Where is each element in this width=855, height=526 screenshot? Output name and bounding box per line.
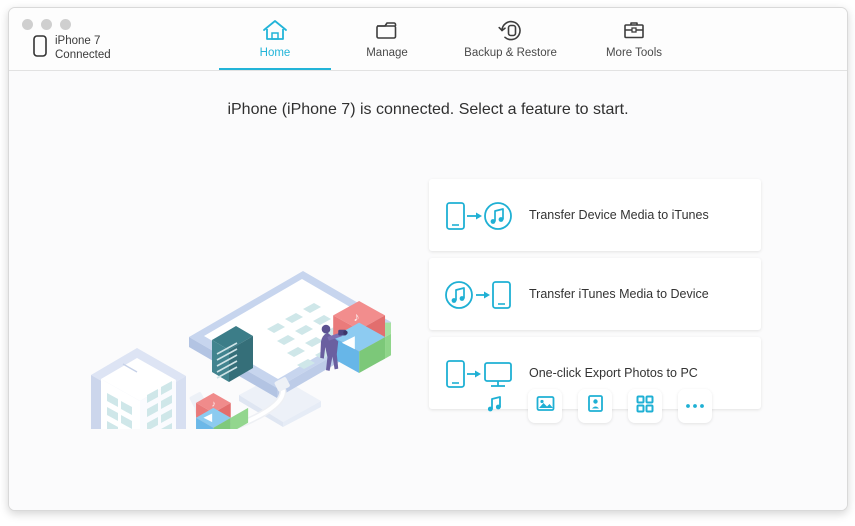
more-icon bbox=[685, 397, 705, 415]
tab-backup-restore-label: Backup & Restore bbox=[464, 47, 557, 59]
main-nav-tabs: Home Manage Backup & Restore More Tools bbox=[219, 8, 690, 70]
feature-card-transfer-device-media-to-itunes[interactable]: Transfer Device Media to iTunes bbox=[429, 179, 761, 251]
quick-photos-button[interactable] bbox=[528, 389, 562, 423]
main-content: iPhone (iPhone 7) is connected. Select a… bbox=[9, 71, 847, 510]
connected-device-info[interactable]: iPhone 7 Connected bbox=[33, 34, 111, 62]
device-status: Connected bbox=[55, 49, 111, 61]
phone-icon bbox=[492, 281, 511, 309]
screenshot-stage: iPhone 7 Connected Home Manage Backup & … bbox=[0, 0, 855, 526]
svg-text:♪: ♪ bbox=[212, 399, 216, 409]
arrow-right-icon bbox=[467, 212, 482, 220]
quick-apps-button[interactable] bbox=[628, 389, 662, 423]
arrow-right-icon bbox=[476, 291, 490, 299]
minimize-button[interactable] bbox=[41, 19, 52, 30]
tab-home-label: Home bbox=[259, 47, 291, 59]
device-text-block: iPhone 7 Connected bbox=[55, 34, 111, 62]
quick-contacts-button[interactable] bbox=[578, 389, 612, 423]
tab-manage-label: Manage bbox=[366, 47, 408, 59]
arrow-right-icon bbox=[467, 370, 481, 378]
card-icon-group bbox=[429, 274, 529, 314]
backup-restore-icon bbox=[497, 18, 525, 42]
quick-access-toolbar bbox=[429, 389, 761, 423]
card-icon-group bbox=[429, 195, 529, 235]
window-controls bbox=[22, 19, 71, 30]
itunes-music-circle-icon bbox=[484, 202, 512, 230]
monitor-icon bbox=[484, 362, 512, 387]
tab-backup-restore[interactable]: Backup & Restore bbox=[443, 8, 578, 70]
tab-manage[interactable]: Manage bbox=[331, 8, 443, 70]
title-bar: iPhone 7 Connected Home Manage Backup & … bbox=[9, 8, 847, 71]
phone-icon bbox=[33, 34, 47, 62]
itunes-music-circle-icon bbox=[445, 281, 473, 309]
device-name: iPhone 7 bbox=[55, 35, 101, 47]
svg-text:♪: ♪ bbox=[353, 310, 359, 324]
home-icon bbox=[262, 18, 288, 42]
contacts-icon bbox=[586, 394, 605, 418]
feature-card-label: Transfer iTunes Media to Device bbox=[529, 287, 709, 301]
quick-music-button[interactable] bbox=[478, 389, 512, 423]
maximize-button[interactable] bbox=[60, 19, 71, 30]
apps-grid-icon bbox=[636, 395, 654, 418]
tab-home[interactable]: Home bbox=[219, 8, 331, 70]
card-icon-group bbox=[429, 353, 529, 393]
phone-icon bbox=[446, 202, 465, 230]
phone-icon bbox=[446, 360, 465, 388]
feature-card-label: One-click Export Photos to PC bbox=[529, 366, 698, 380]
folder-icon bbox=[374, 18, 400, 42]
page-title: iPhone (iPhone 7) is connected. Select a… bbox=[227, 101, 629, 118]
music-icon bbox=[486, 395, 504, 418]
tab-more-tools[interactable]: More Tools bbox=[578, 8, 690, 70]
photos-icon bbox=[536, 394, 555, 418]
quick-more-button[interactable] bbox=[678, 389, 712, 423]
feature-card-label: Transfer Device Media to iTunes bbox=[529, 208, 709, 222]
tab-more-tools-label: More Tools bbox=[605, 47, 663, 59]
toolbox-icon bbox=[621, 18, 647, 42]
feature-card-transfer-itunes-media-to-device[interactable]: Transfer iTunes Media to Device bbox=[429, 258, 761, 330]
close-button[interactable] bbox=[22, 19, 33, 30]
app-window: iPhone 7 Connected Home Manage Backup & … bbox=[8, 7, 848, 511]
feature-card-list: Transfer Device Media to iTunes Transfer… bbox=[429, 179, 761, 416]
device-to-computer-transfer-illustration: ♪ ♪ bbox=[71, 179, 411, 472]
